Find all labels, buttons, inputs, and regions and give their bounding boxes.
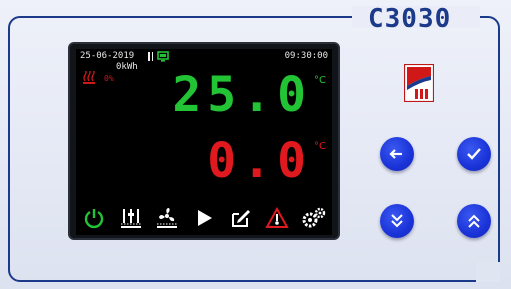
main-temperature-unit: °C [314, 75, 326, 86]
screen-toolbar [76, 201, 332, 235]
double-chevron-down-icon [391, 214, 403, 228]
main-temperature: 25.0 [172, 67, 312, 123]
back-button[interactable] [380, 137, 414, 171]
play-icon[interactable] [191, 205, 217, 231]
up-button[interactable] [457, 204, 491, 238]
setpoint-temperature: 0.0 [207, 133, 312, 189]
confirm-button[interactable] [457, 137, 491, 171]
power-icon[interactable] [81, 205, 107, 231]
fan-icon[interactable] [154, 205, 180, 231]
arrow-left-icon [389, 149, 402, 159]
double-chevron-up-icon [468, 214, 480, 228]
clock-display: 09:30:00 [284, 51, 328, 61]
monitor-icon [157, 51, 169, 62]
frame-gap [476, 262, 500, 282]
setpoint-temperature-unit: °C [314, 141, 326, 152]
alarm-warning-icon[interactable] [264, 205, 290, 231]
heater-icon [83, 71, 95, 84]
edit-icon[interactable] [228, 205, 254, 231]
heater-percent: 0% [104, 74, 114, 83]
check-icon [467, 148, 481, 160]
date-display: 25-06-2019 [80, 51, 135, 61]
separator-bar [148, 52, 150, 61]
brand-logo [404, 64, 434, 102]
controller-panel: C3030 25-06-2019 09:30:00 0kWh 0% 25.0 °… [0, 0, 511, 289]
separator-bar [152, 52, 153, 61]
model-label: C3030 [368, 4, 452, 34]
down-button[interactable] [380, 204, 414, 238]
sliders-icon[interactable] [118, 205, 144, 231]
lcd-screen[interactable]: 25-06-2019 09:30:00 0kWh 0% 25.0 °C 0.0 … [76, 49, 332, 235]
energy-display: 0kWh [116, 62, 138, 72]
settings-gears-icon[interactable] [301, 205, 327, 231]
